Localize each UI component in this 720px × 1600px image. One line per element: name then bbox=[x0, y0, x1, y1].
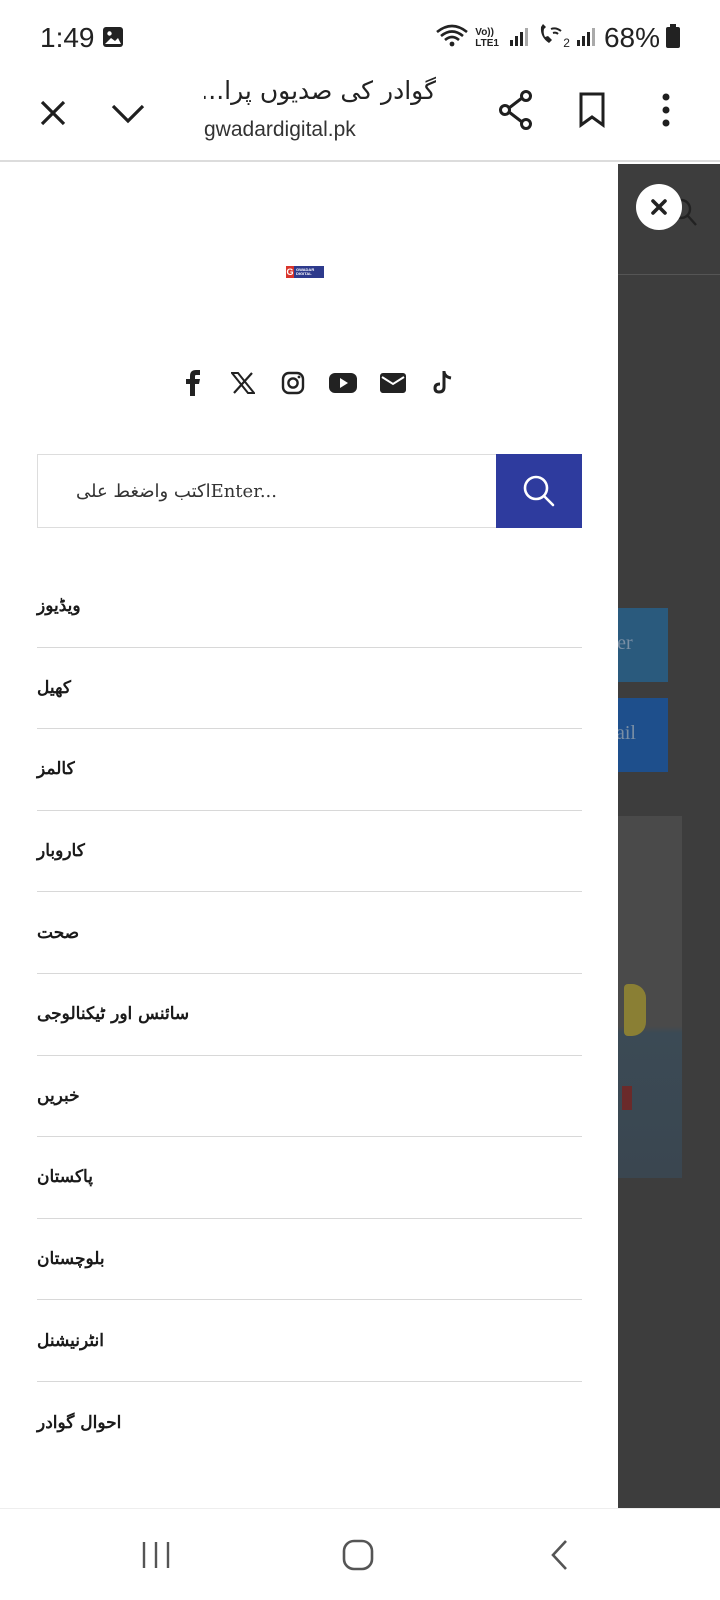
email-icon bbox=[380, 373, 406, 393]
menu-item-international[interactable]: انٹرنیشنل bbox=[37, 1300, 582, 1382]
tiktok-link[interactable] bbox=[418, 364, 468, 402]
status-indicators: Vo)) LTE1 2 68% bbox=[435, 22, 680, 54]
logo-letter: G bbox=[286, 266, 294, 278]
page-divider bbox=[618, 274, 720, 275]
bookmark-button[interactable] bbox=[572, 88, 612, 132]
battery-percent: 68% bbox=[603, 22, 660, 53]
status-time: 1:49 bbox=[40, 22, 95, 53]
wifi-icon bbox=[435, 23, 469, 53]
signal-icon bbox=[509, 25, 531, 51]
menu-item-balochistan[interactable]: بلوچستان bbox=[37, 1219, 582, 1301]
page-image-shape bbox=[624, 984, 646, 1036]
recent-apps-button[interactable] bbox=[126, 1531, 186, 1579]
menu-item-science-technology[interactable]: سائنس اور ٹیکنالوجی bbox=[37, 974, 582, 1056]
menu-item-label: پاکستان bbox=[37, 1167, 93, 1188]
signal-icon-2 bbox=[576, 25, 598, 51]
page-email-button: nail bbox=[618, 698, 668, 772]
menu-item-label: خبریں bbox=[37, 1085, 80, 1106]
youtube-icon bbox=[329, 373, 357, 393]
menu-item-label: ویڈیوز bbox=[37, 596, 81, 617]
more-vert-icon bbox=[662, 93, 670, 127]
page-twitter-button: tter bbox=[618, 608, 668, 682]
search-button[interactable] bbox=[496, 454, 582, 528]
system-nav-bar bbox=[0, 1508, 720, 1600]
wifi-call-icon bbox=[537, 23, 565, 53]
menu-item-pakistan[interactable]: پاکستان bbox=[37, 1137, 582, 1219]
share-icon bbox=[499, 90, 532, 130]
x-icon bbox=[231, 372, 255, 394]
youtube-link[interactable] bbox=[318, 364, 368, 402]
home-icon bbox=[342, 1539, 374, 1571]
social-links bbox=[168, 364, 468, 402]
page-email-label: nail bbox=[618, 722, 636, 744]
instagram-link[interactable] bbox=[268, 364, 318, 402]
back-icon bbox=[551, 1540, 567, 1570]
drawer-menu: ویڈیوز کھیل کالمز کاروبار صحت سائنس اور … bbox=[37, 566, 582, 1464]
facebook-link[interactable] bbox=[168, 364, 218, 402]
page-image-mark bbox=[622, 1086, 632, 1110]
close-icon bbox=[651, 199, 667, 215]
recent-apps-icon bbox=[142, 1542, 170, 1568]
search-icon bbox=[523, 475, 555, 507]
menu-item-label: کھیل bbox=[37, 677, 71, 698]
menu-item-gwadar-affairs[interactable]: احوال گوادر bbox=[37, 1382, 582, 1464]
back-button[interactable] bbox=[530, 1531, 590, 1579]
tiktok-icon bbox=[433, 371, 452, 394]
menu-item-label: سائنس اور ٹیکنالوجی bbox=[37, 1004, 190, 1025]
menu-item-label: صحت bbox=[37, 922, 80, 943]
menu-item-videos[interactable]: ویڈیوز bbox=[37, 566, 582, 648]
menu-item-label: کاروبار bbox=[37, 841, 85, 862]
menu-item-business[interactable]: کاروبار bbox=[37, 811, 582, 893]
page-url: gwadardigital.pk bbox=[204, 118, 356, 141]
page-title: گوادر کی صدیوں پرا... bbox=[204, 76, 436, 105]
search-input[interactable] bbox=[38, 455, 494, 527]
search-form bbox=[37, 454, 582, 528]
close-tab-button[interactable] bbox=[32, 92, 74, 134]
menu-item-news[interactable]: خبریں bbox=[37, 1056, 582, 1138]
gallery-notification-icon bbox=[102, 26, 124, 52]
chevron-down-icon bbox=[111, 104, 145, 124]
close-icon bbox=[40, 100, 66, 126]
site-logo[interactable]: G GWADAR DIGITAL bbox=[286, 266, 324, 278]
menu-item-sports[interactable]: کھیل bbox=[37, 648, 582, 730]
instagram-icon bbox=[281, 371, 305, 395]
menu-item-health[interactable]: صحت bbox=[37, 892, 582, 974]
menu-item-columns[interactable]: کالمز bbox=[37, 729, 582, 811]
x-link[interactable] bbox=[218, 364, 268, 402]
lte-label: Vo)) LTE1 bbox=[475, 27, 499, 49]
menu-item-label: کالمز bbox=[37, 759, 75, 780]
facebook-icon bbox=[186, 370, 200, 396]
sim2-label: 2 bbox=[563, 36, 570, 50]
home-button[interactable] bbox=[328, 1531, 388, 1579]
menu-item-label: بلوچستان bbox=[37, 1249, 105, 1270]
logo-text: GWADAR DIGITAL bbox=[295, 267, 315, 276]
minimize-button[interactable] bbox=[106, 92, 150, 134]
more-options-button[interactable] bbox=[648, 88, 684, 132]
share-button[interactable] bbox=[494, 86, 538, 134]
battery-icon bbox=[666, 24, 680, 52]
status-bar: 1:49 Vo)) LTE1 2 68% bbox=[0, 0, 720, 76]
bookmark-icon bbox=[579, 92, 605, 128]
menu-item-label: احوال گوادر bbox=[37, 1412, 122, 1433]
browser-toolbar: گوادر کی صدیوں پرا... gwadardigital.pk bbox=[0, 76, 720, 162]
menu-item-label: انٹرنیشنل bbox=[37, 1330, 104, 1351]
email-link[interactable] bbox=[368, 364, 418, 402]
drawer-close-button[interactable] bbox=[636, 184, 682, 230]
page-twitter-label: tter bbox=[618, 632, 633, 654]
